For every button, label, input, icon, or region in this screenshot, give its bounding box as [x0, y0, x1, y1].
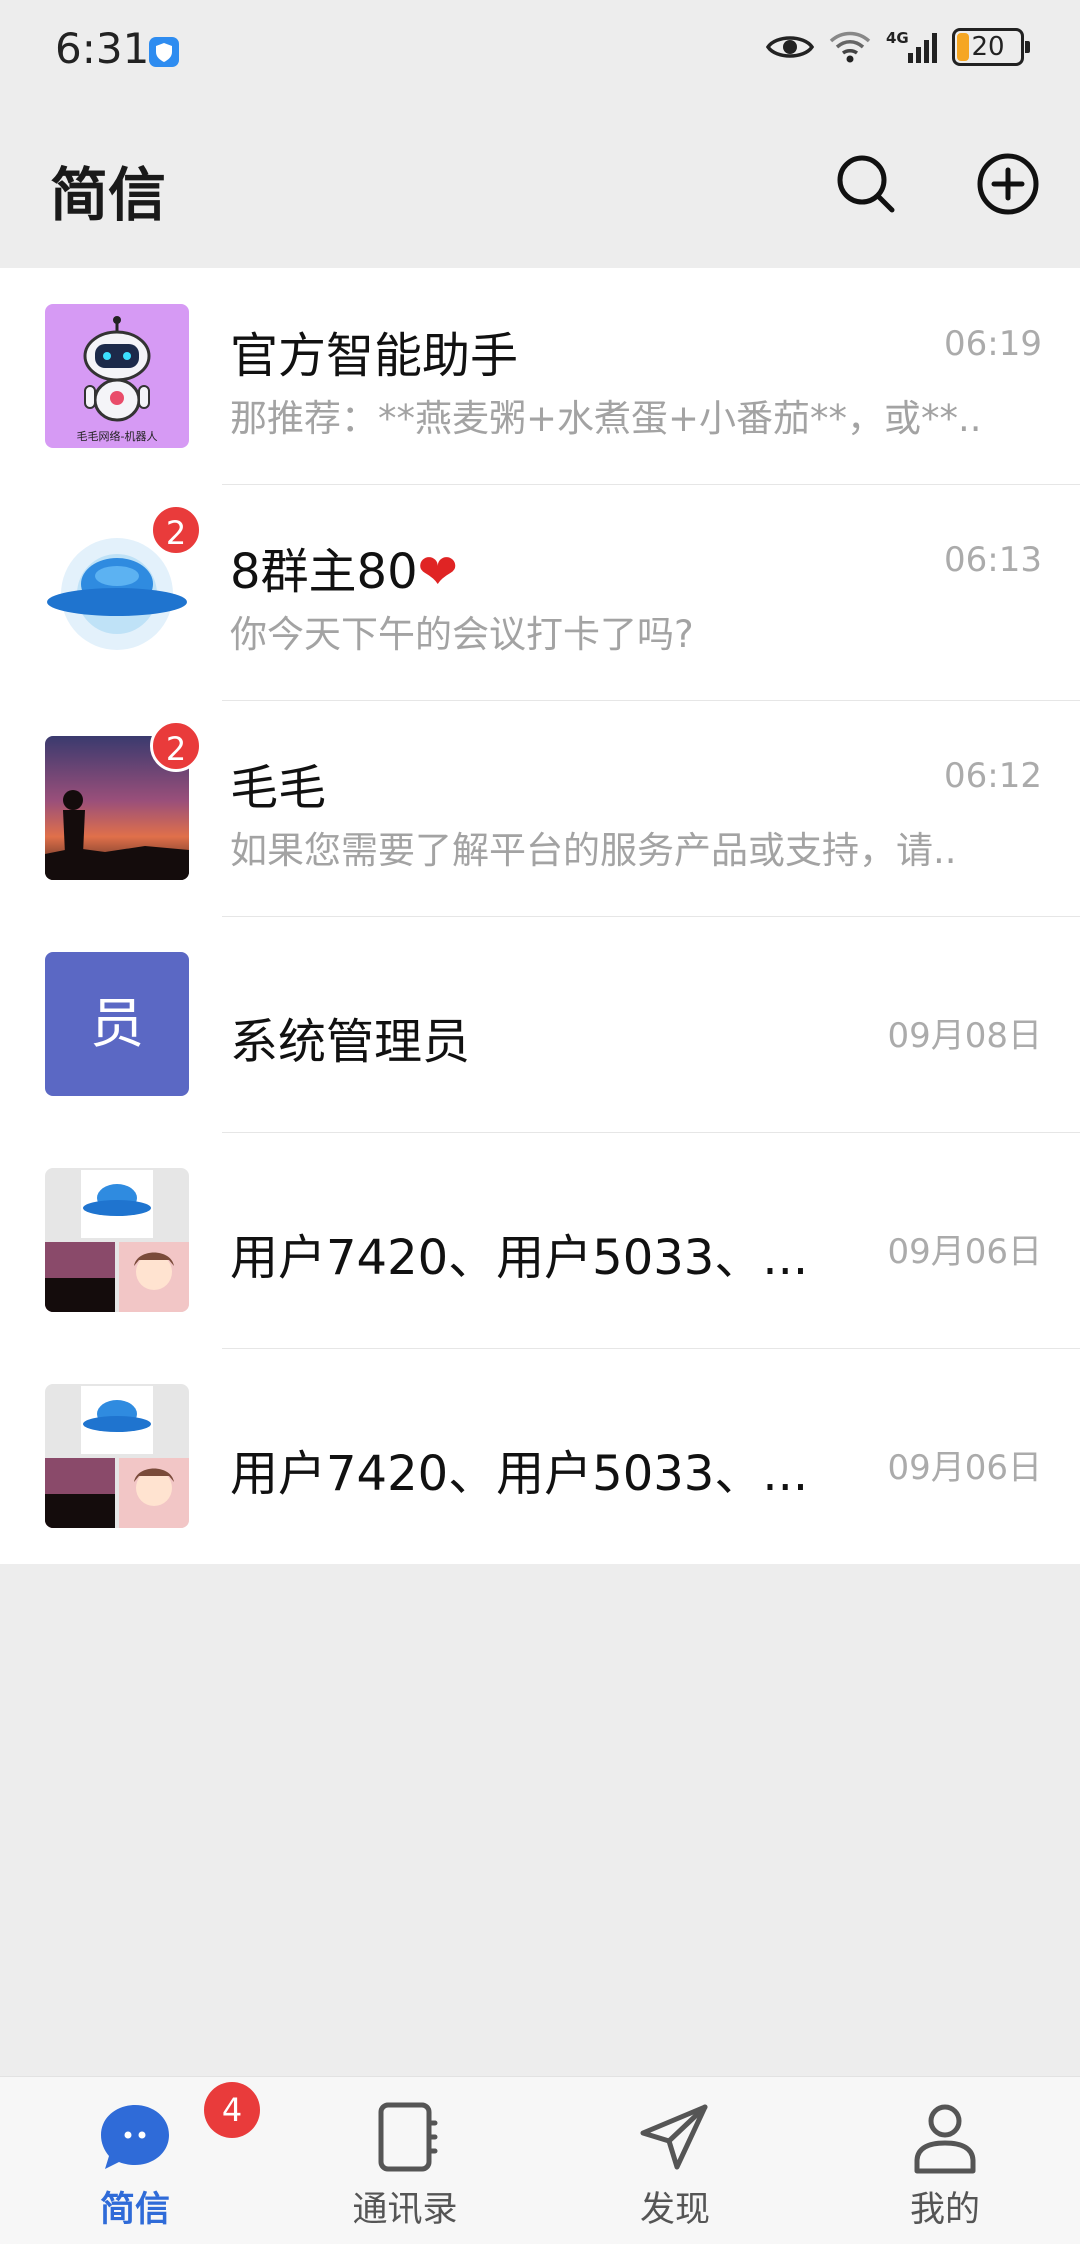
battery-cap: [1025, 41, 1030, 53]
wifi-icon: [829, 31, 871, 63]
conversation-time: 09月08日: [887, 1016, 1042, 1056]
nav-item-discover[interactable]: 发现: [540, 2077, 810, 2244]
person-icon: [914, 2104, 976, 2174]
screen: 6:31 4G 20 简信 毛毛网络-机器人 官方智能助手 那推荐：**燕麦粥+…: [0, 0, 1080, 2244]
status-time: 6:31: [55, 24, 150, 73]
conversation-name: 毛毛: [230, 760, 327, 816]
nav-label: 我的: [909, 2190, 980, 2230]
heart-emoji: ❤: [417, 544, 458, 600]
conversation-list: 毛毛网络-机器人 官方智能助手 那推荐：**燕麦粥+水煮蛋+小番茄**，或**.…: [0, 268, 1080, 1564]
plus-circle-icon[interactable]: [974, 150, 1042, 218]
unread-badge: 2: [150, 720, 202, 772]
conversation-preview: 如果您需要了解平台的服务产品或支持，请..: [230, 829, 957, 872]
conversation-time: 06:12: [944, 756, 1042, 796]
group-avatar: [45, 1384, 189, 1528]
conversation-row[interactable]: 2 毛毛 如果您需要了解平台的服务产品或支持，请.. 06:12: [0, 700, 1080, 916]
conversation-time: 09月06日: [887, 1232, 1042, 1272]
nav-label: 通讯录: [352, 2190, 458, 2230]
nav-unread-badge: 4: [204, 2082, 260, 2138]
conversation-row[interactable]: 员 系统管理员 09月08日: [0, 916, 1080, 1132]
unread-badge: 2: [150, 504, 202, 556]
conversation-preview: 那推荐：**燕麦粥+水煮蛋+小番茄**，或**..: [230, 397, 982, 440]
avatar-caption: 毛毛网络-机器人: [77, 429, 158, 443]
contacts-book-icon: [378, 2102, 438, 2172]
page-title: 简信: [50, 161, 167, 229]
conversation-time: 06:19: [944, 324, 1042, 364]
eye-icon: [766, 36, 814, 58]
robot-avatar: 毛毛网络-机器人: [45, 304, 189, 448]
admin-avatar: 员: [45, 952, 189, 1096]
network-type: 4G: [886, 29, 909, 47]
conversation-time: 06:13: [944, 540, 1042, 580]
conversation-preview: 你今天下午的会议打卡了吗?: [230, 613, 694, 656]
nav-item-me[interactable]: 我的: [810, 2077, 1080, 2244]
conversation-row[interactable]: 毛毛网络-机器人 官方智能助手 那推荐：**燕麦粥+水煮蛋+小番茄**，或**.…: [0, 268, 1080, 484]
battery-text: 20: [971, 32, 1005, 62]
header: 简信: [0, 100, 1080, 268]
group-avatar: [45, 1168, 189, 1312]
search-icon[interactable]: [832, 150, 900, 218]
status-bar: 6:31 4G 20: [0, 0, 1080, 100]
admin-avatar-text: 员: [90, 992, 144, 1055]
conversation-time: 09月06日: [887, 1448, 1042, 1488]
conversation-row[interactable]: 2 8群主80❤ 你今天下午的会议打卡了吗? 06:13: [0, 484, 1080, 700]
shield-icon: [149, 37, 179, 67]
status-icons: 4G 20: [766, 28, 1030, 66]
bottom-nav: 简信 通讯录 发现 我的: [0, 2076, 1080, 2244]
conversation-name: 官方智能助手: [230, 328, 519, 384]
chat-bubble-icon: [101, 2105, 169, 2169]
signal-icon: 4G: [886, 29, 937, 63]
conversation-row[interactable]: 用户7420、用户5033、... 09月06日: [0, 1348, 1080, 1564]
battery-icon: 20: [952, 28, 1030, 66]
conversation-name-text: 8群主80: [230, 544, 418, 600]
conversation-row[interactable]: 用户7420、用户5033、... 09月06日: [0, 1132, 1080, 1348]
nav-item-contacts[interactable]: 通讯录: [270, 2077, 540, 2244]
paper-plane-icon: [640, 2104, 708, 2170]
nav-label: 发现: [639, 2190, 710, 2230]
conversation-name: 系统管理员: [230, 1014, 471, 1070]
conversation-name: 用户7420、用户5033、...: [230, 1446, 809, 1502]
conversation-name: 用户7420、用户5033、...: [230, 1230, 809, 1286]
nav-label: 简信: [99, 2190, 170, 2230]
conversation-name: 8群主80❤: [230, 532, 458, 602]
